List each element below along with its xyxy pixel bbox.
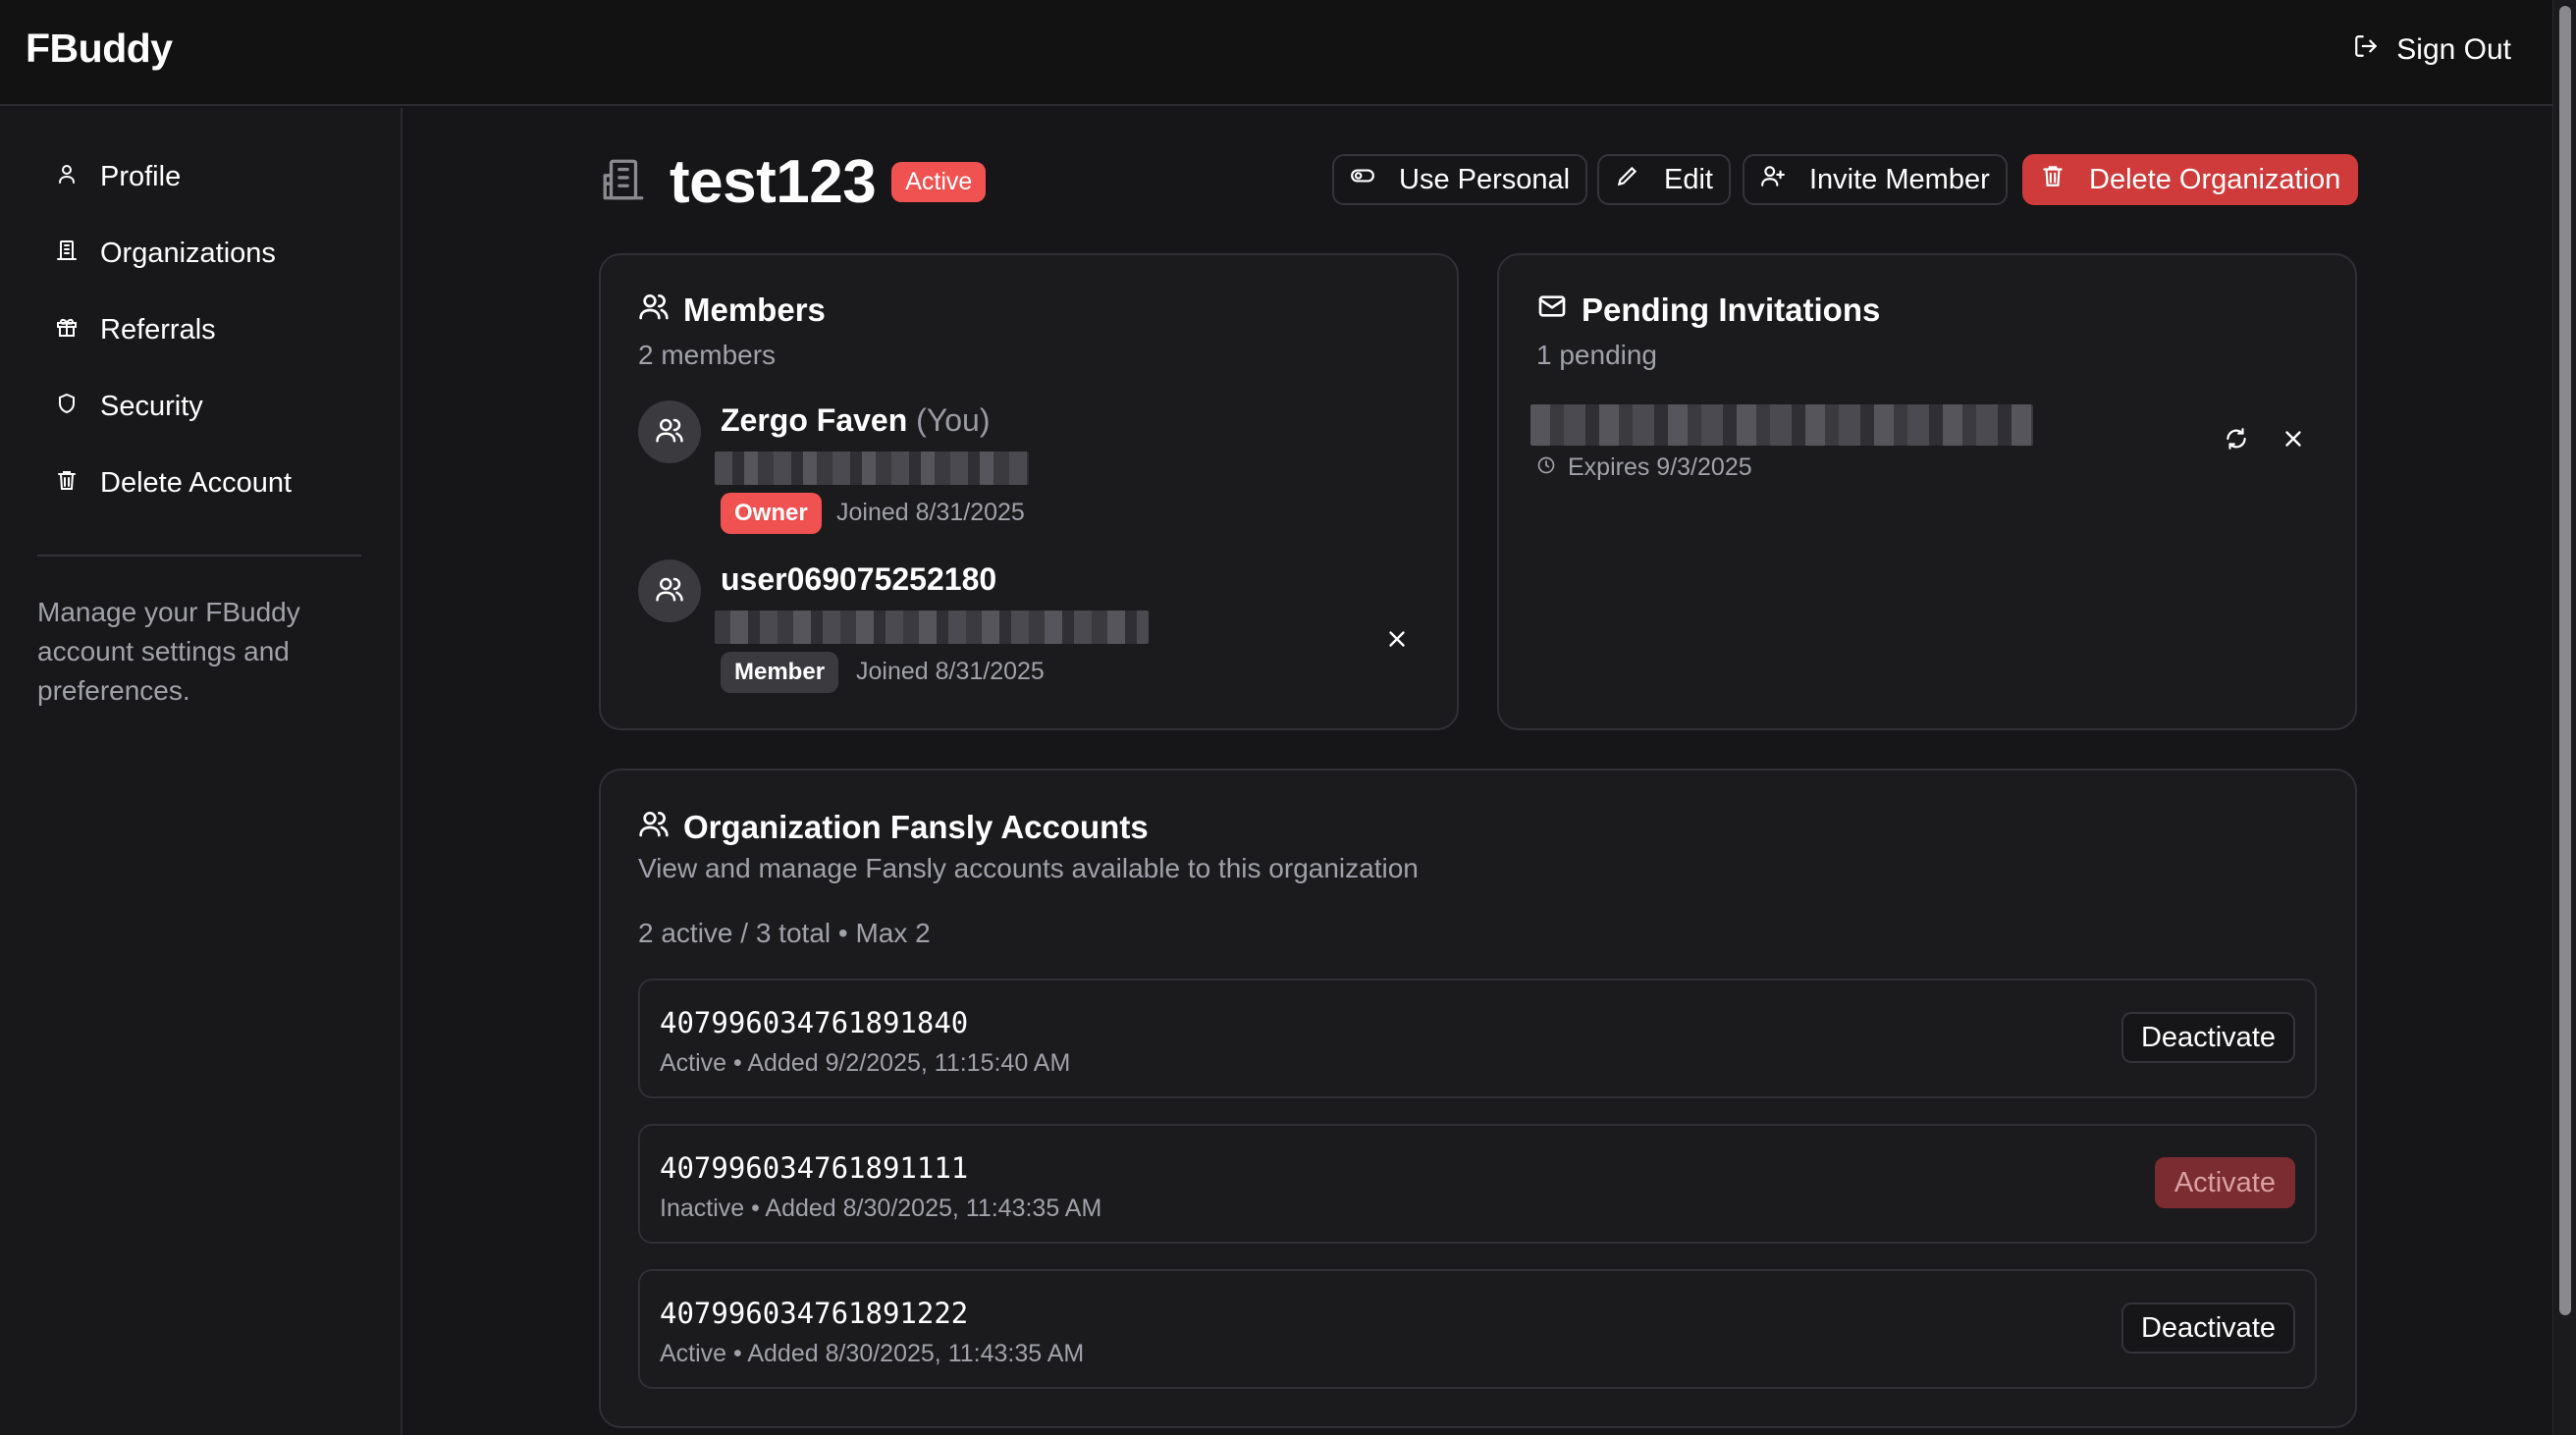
joined-date: Joined 8/31/2025 xyxy=(836,499,1025,526)
sidebar-item-referrals[interactable]: Referrals xyxy=(55,314,216,346)
sidebar-item-organizations[interactable]: Organizations xyxy=(55,238,276,270)
sidebar-item-label: Delete Account xyxy=(100,467,293,499)
deactivate-button[interactable]: Deactivate xyxy=(2120,1302,2295,1354)
sign-out-icon xyxy=(2353,33,2379,67)
member-name: user069075252180 xyxy=(721,561,997,597)
joined-date: Joined 8/31/2025 xyxy=(856,658,1045,685)
pencil-icon xyxy=(1615,163,1640,196)
role-badge-owner: Owner xyxy=(721,493,822,534)
invitations-count: 1 pending xyxy=(1536,340,1658,370)
members-count: 2 members xyxy=(638,340,777,370)
status-badge: Active xyxy=(891,162,987,202)
sidebar-note: Manage your FBuddy account settings and … xyxy=(37,597,300,706)
account-meta: Inactive • Added 8/30/2025, 11:43:35 AM xyxy=(660,1195,1102,1222)
sidebar-item-security[interactable]: Security xyxy=(55,391,203,423)
delete-organization-label: Delete Organization xyxy=(2089,163,2341,195)
cancel-invite-button[interactable] xyxy=(2277,424,2310,457)
account-row: 407996034761891111 Inactive • Added 8/30… xyxy=(638,1124,2317,1244)
toggle-icon xyxy=(1350,163,1375,196)
invite-expiry: Expires 9/3/2025 xyxy=(1536,453,1752,482)
members-title: Members xyxy=(683,292,826,328)
sidebar-item-label: Security xyxy=(100,391,203,422)
account-meta: Active • Added 8/30/2025, 11:43:35 AM xyxy=(660,1340,1085,1367)
sidebar-item-delete-account[interactable]: Delete Account xyxy=(55,467,292,500)
account-id: 407996034761891222 xyxy=(660,1297,969,1330)
delete-organization-button[interactable]: Delete Organization xyxy=(2022,154,2359,205)
account-id: 407996034761891840 xyxy=(660,1006,969,1039)
fansly-accounts-card: Organization Fansly Accounts View and ma… xyxy=(599,769,2357,1428)
users-icon xyxy=(638,808,670,847)
use-personal-button[interactable]: Use Personal xyxy=(1332,154,1588,205)
redacted-invite-email xyxy=(1530,404,2033,446)
pending-invitations-card: Pending Invitations 1 pending Expires 9/… xyxy=(1497,253,2357,730)
user-plus-icon xyxy=(1760,163,1786,196)
sidebar: Profile Organizations Referrals Security… xyxy=(0,108,402,1435)
use-personal-label: Use Personal xyxy=(1399,163,1571,195)
resend-invite-button[interactable] xyxy=(2220,424,2253,457)
users-icon xyxy=(655,574,684,609)
gift-icon xyxy=(55,314,79,346)
invitations-title: Pending Invitations xyxy=(1582,292,1881,328)
close-icon xyxy=(1384,626,1410,657)
clock-icon xyxy=(1536,453,1556,482)
avatar xyxy=(638,400,701,463)
building-icon xyxy=(599,155,648,209)
sign-out-button[interactable]: Sign Out xyxy=(2353,33,2511,67)
account-id: 407996034761891111 xyxy=(660,1151,969,1185)
redacted-email xyxy=(715,452,1029,485)
brand-logo[interactable]: FBuddy xyxy=(26,26,173,72)
members-card: Members 2 members Zergo Faven (You) Owne… xyxy=(599,253,1459,730)
sidebar-divider xyxy=(37,555,361,557)
close-icon xyxy=(2281,426,2306,456)
edit-button[interactable]: Edit xyxy=(1597,154,1731,205)
user-icon xyxy=(55,161,79,193)
redacted-email xyxy=(715,611,1149,644)
avatar xyxy=(638,559,701,622)
invitations-heading: Pending Invitations xyxy=(1536,291,1880,330)
building-icon xyxy=(55,238,79,270)
page-title: test123 xyxy=(670,148,877,216)
invite-member-label: Invite Member xyxy=(1809,163,1990,195)
sidebar-item-label: Organizations xyxy=(100,238,276,269)
sidebar-item-profile[interactable]: Profile xyxy=(55,161,181,193)
member-name-text: Zergo Faven xyxy=(721,402,908,438)
accounts-summary: 2 active / 3 total • Max 2 xyxy=(638,918,931,948)
accounts-title: Organization Fansly Accounts xyxy=(683,809,1149,845)
activate-button[interactable]: Activate xyxy=(2154,1157,2295,1208)
deactivate-button[interactable]: Deactivate xyxy=(2120,1012,2295,1063)
expires-text: Expires 9/3/2025 xyxy=(1568,453,1752,481)
you-tag: (You) xyxy=(916,402,991,438)
sidebar-item-label: Profile xyxy=(100,161,182,192)
trash-icon xyxy=(2040,163,2066,196)
org-header: test123 Active xyxy=(599,147,987,217)
remove-member-button[interactable] xyxy=(1380,624,1414,658)
member-name: Zergo Faven (You) xyxy=(721,402,990,439)
role-badge-member: Member xyxy=(721,652,839,693)
mail-icon xyxy=(1536,291,1568,330)
top-bar: FBuddy Sign Out xyxy=(0,0,2552,106)
account-row: 407996034761891840 Active • Added 9/2/20… xyxy=(638,979,2317,1098)
members-heading: Members xyxy=(638,291,826,330)
scrollbar[interactable] xyxy=(2552,0,2576,1435)
users-icon xyxy=(655,415,684,450)
edit-label: Edit xyxy=(1664,163,1713,195)
accounts-heading: Organization Fansly Accounts xyxy=(638,808,1149,847)
sign-out-label: Sign Out xyxy=(2396,33,2511,66)
scrollbar-thumb[interactable] xyxy=(2559,6,2571,1315)
sidebar-item-label: Referrals xyxy=(100,314,216,345)
accounts-subtitle: View and manage Fansly accounts availabl… xyxy=(638,853,1419,883)
shield-icon xyxy=(55,391,79,423)
users-icon xyxy=(638,291,670,330)
refresh-icon xyxy=(2224,426,2249,456)
account-row: 407996034761891222 Active • Added 8/30/2… xyxy=(638,1269,2317,1389)
trash-icon xyxy=(55,467,79,500)
account-meta: Active • Added 9/2/2025, 11:15:40 AM xyxy=(660,1049,1071,1077)
invite-member-button[interactable]: Invite Member xyxy=(1743,154,2008,205)
